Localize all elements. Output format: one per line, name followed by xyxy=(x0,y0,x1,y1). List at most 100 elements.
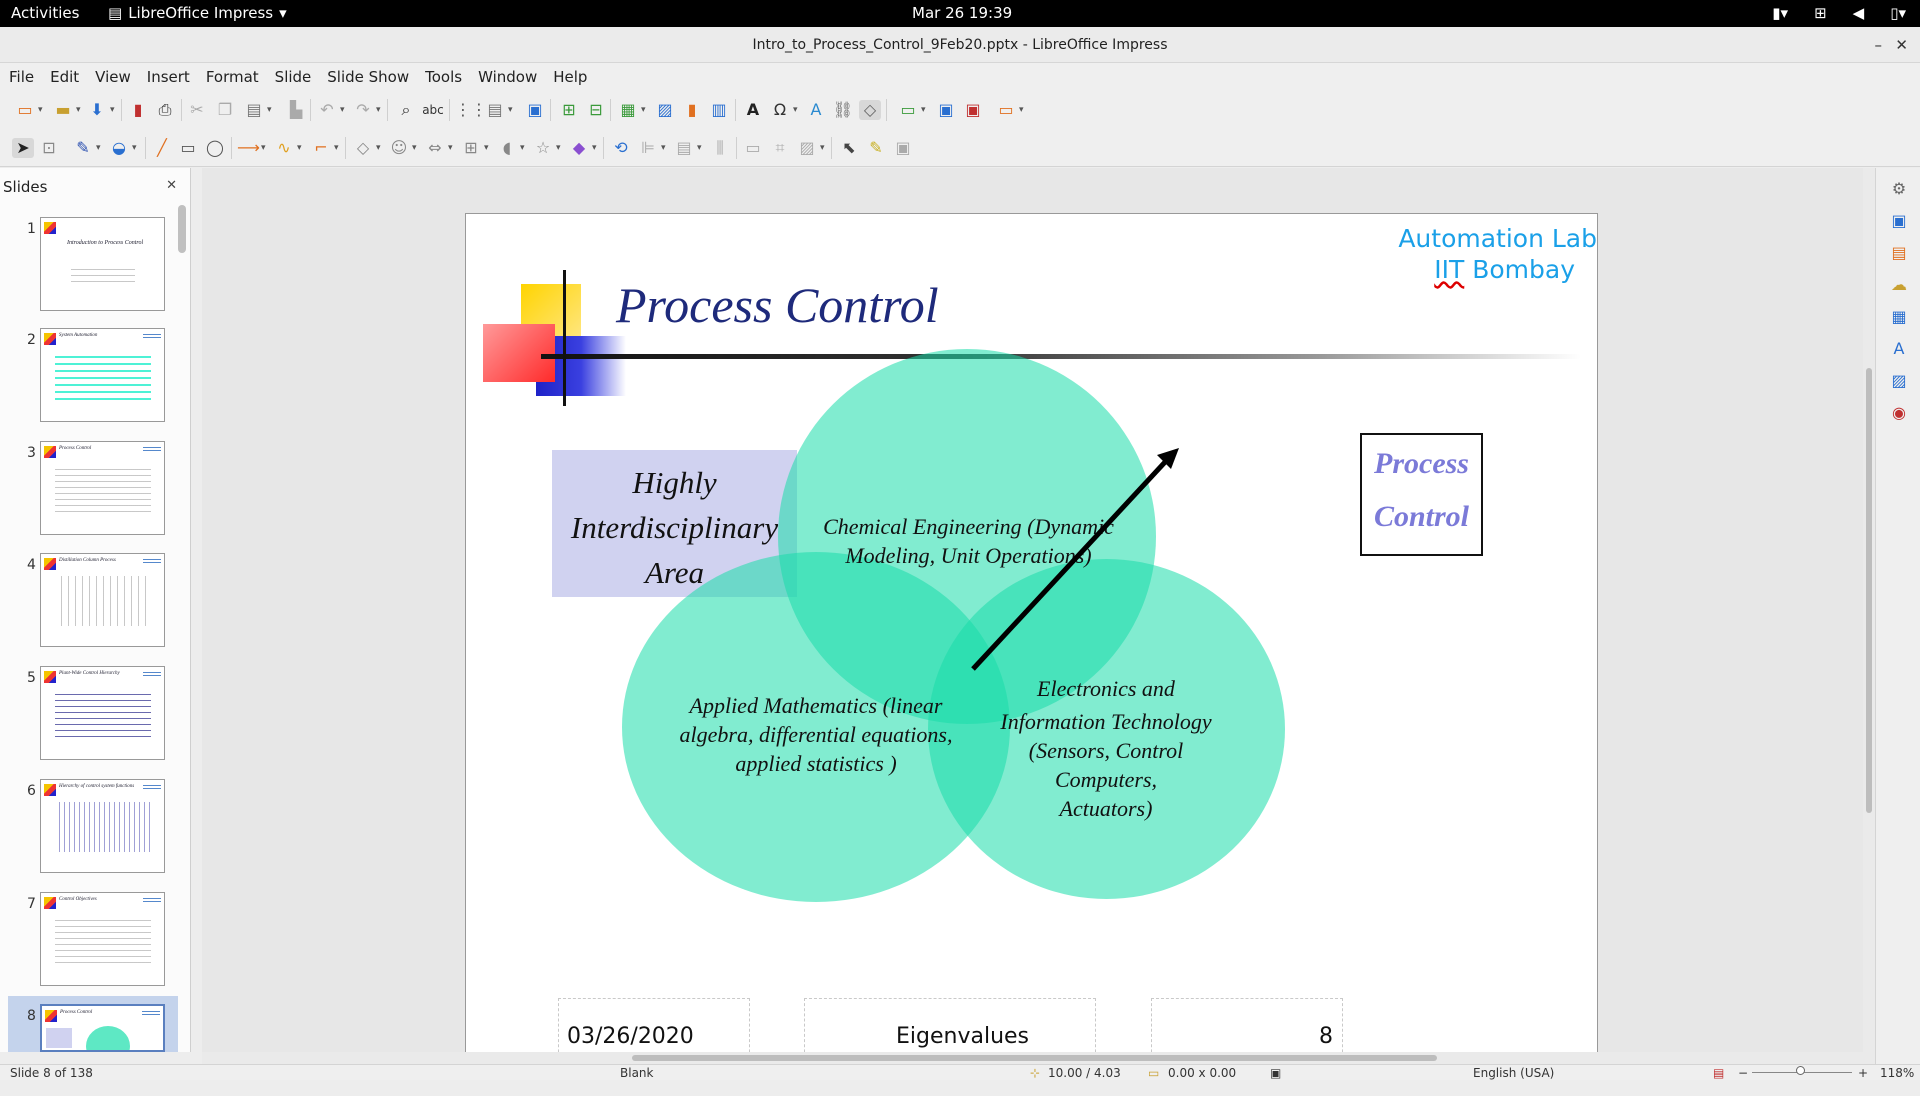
image-icon[interactable]: ▨ xyxy=(654,100,676,120)
new-icon[interactable]: ▭ xyxy=(14,100,42,120)
undo-icon[interactable]: ↶ xyxy=(316,100,344,120)
show-draw-functions-icon[interactable]: ◇ xyxy=(859,100,881,120)
slide-thumbnail-5[interactable]: 5 Plant-Wide Control Hierarchy xyxy=(0,658,178,760)
properties-gear-icon[interactable]: ⚙ xyxy=(1888,178,1910,200)
menu-slide-show[interactable]: Slide Show xyxy=(327,63,417,91)
filter-icon[interactable]: ▨ xyxy=(796,138,824,158)
line-icon[interactable]: ╱ xyxy=(151,138,173,158)
find-replace-icon[interactable]: ⌕ xyxy=(395,100,417,120)
slides-panel-scrollbar[interactable] xyxy=(178,205,186,253)
arrange-icon[interactable]: ▤ xyxy=(673,138,701,158)
clipboard-icon[interactable]: ▮▾ xyxy=(1772,4,1788,22)
lab-label[interactable]: Automation Lab IIT Bombay xyxy=(1337,223,1597,285)
master-slides-icon[interactable]: ☁ xyxy=(1888,274,1910,296)
menu-view[interactable]: View xyxy=(95,63,139,91)
print-icon[interactable]: ⎙ xyxy=(154,100,176,120)
slide-thumbnail-4[interactable]: 4 Distillation Column Process xyxy=(0,545,178,647)
animation-icon[interactable]: ▤ xyxy=(1888,242,1910,264)
display-views-icon[interactable]: ▤ xyxy=(484,100,512,120)
text-box-icon[interactable]: A xyxy=(742,100,764,120)
signature-icon[interactable]: ▤ xyxy=(1713,1066,1724,1080)
zoom-level[interactable]: 118% xyxy=(1880,1066,1914,1080)
battery-icon[interactable]: ▯▾ xyxy=(1890,4,1906,22)
slide-thumbnail-1[interactable]: 1 Introduction to Process Control xyxy=(0,209,178,311)
align-objects-icon[interactable]: ⊫ xyxy=(637,138,666,158)
menu-format[interactable]: Format xyxy=(206,63,267,91)
spelling-icon[interactable]: abc xyxy=(422,100,444,120)
3d-objects-icon[interactable]: ◆ xyxy=(568,138,597,158)
callouts-icon[interactable]: ◖ xyxy=(496,138,525,158)
table-icon[interactable]: ▦ xyxy=(617,100,645,120)
start-from-first-icon[interactable]: ▭ xyxy=(995,100,1023,120)
footer-number-placeholder[interactable] xyxy=(1151,998,1343,1052)
clock[interactable]: Mar 26 19:39 xyxy=(912,4,1012,22)
vertical-scrollbar[interactable] xyxy=(1863,168,1875,1064)
slide-transition-icon[interactable]: ▣ xyxy=(1888,210,1910,232)
slide-thumbnail-2[interactable]: 2 System Automation xyxy=(0,320,178,422)
network-icon[interactable]: ⊞ xyxy=(1814,4,1827,22)
open-icon[interactable]: ▬ xyxy=(52,100,80,120)
scrollbar-thumb[interactable] xyxy=(1866,368,1872,813)
horizontal-scrollbar[interactable] xyxy=(202,1052,1863,1064)
duplicate-slide-icon[interactable]: ⊟ xyxy=(585,100,607,120)
basic-shapes-icon[interactable]: ◇ xyxy=(352,138,381,158)
activities-button[interactable]: Activities xyxy=(11,4,79,22)
special-character-icon[interactable]: Ω xyxy=(769,100,798,120)
distribute-icon[interactable]: ⫼ xyxy=(709,138,731,158)
ellipse-icon[interactable]: ◯ xyxy=(204,138,226,158)
save-icon[interactable]: ⬇ xyxy=(86,100,114,120)
fontwork-icon[interactable]: A xyxy=(1888,338,1910,360)
glue-points-icon[interactable]: ✎ xyxy=(865,138,887,158)
slide-layout-icon[interactable]: ▭ xyxy=(897,100,925,120)
menu-help[interactable]: Help xyxy=(553,63,595,91)
clone-formatting-icon[interactable]: ▙ xyxy=(285,100,307,120)
menu-window[interactable]: Window xyxy=(478,63,545,91)
text-language[interactable]: English (USA) xyxy=(1473,1066,1554,1080)
lines-arrows-icon[interactable]: ⟶ xyxy=(237,138,266,158)
applied-mathematics-text[interactable]: Applied Mathematics (linear algebra, dif… xyxy=(676,691,956,778)
delete-slide-icon[interactable]: ▣ xyxy=(962,100,984,120)
electronics-text[interactable]: Electronics and Information Technology (… xyxy=(976,674,1236,823)
new-slide-icon[interactable]: ⊞ xyxy=(558,100,580,120)
hyperlink-icon[interactable]: ⛓ xyxy=(832,100,854,120)
zoom-slider-handle[interactable] xyxy=(1796,1066,1805,1075)
slide-thumbnail-6[interactable]: 6 Hierarchy of control system functions xyxy=(0,771,178,873)
menu-insert[interactable]: Insert xyxy=(147,63,198,91)
fontwork-icon[interactable]: A xyxy=(805,100,827,120)
flowchart-icon[interactable]: ⊞ xyxy=(460,138,488,158)
styles-icon[interactable]: ▦ xyxy=(1888,306,1910,328)
master-slide-icon[interactable]: ▣ xyxy=(524,100,546,120)
app-menu[interactable]: ▤ LibreOffice Impress ▾ xyxy=(108,4,287,22)
curves-icon[interactable]: ∿ xyxy=(273,138,301,158)
rectangle-icon[interactable]: ▭ xyxy=(177,138,199,158)
arrow-to-process-control[interactable] xyxy=(961,439,1191,679)
volume-icon[interactable]: ◀ xyxy=(1853,4,1865,22)
menu-edit[interactable]: Edit xyxy=(50,63,87,91)
menu-slide[interactable]: Slide xyxy=(275,63,320,91)
minimize-icon[interactable]: – xyxy=(1875,27,1883,63)
grid-icon[interactable]: ⋮⋮ xyxy=(455,100,487,120)
redo-icon[interactable]: ↷ xyxy=(352,100,380,120)
symbol-shapes-icon[interactable]: ☺ xyxy=(388,138,417,158)
export-pdf-icon[interactable]: ▮ xyxy=(127,100,149,120)
gallery-icon[interactable]: ▨ xyxy=(1888,370,1910,392)
slide-thumbnail-3[interactable]: 3 Process Control xyxy=(0,433,178,535)
chart-icon[interactable]: ▥ xyxy=(708,100,730,120)
points-icon[interactable]: ⬉ xyxy=(838,138,860,158)
system-tray[interactable]: ▮▾ ⊞ ◀ ▯▾ xyxy=(1772,4,1906,22)
slide-title[interactable]: Process Control xyxy=(616,276,939,334)
slide-transition-icon[interactable]: ▣ xyxy=(935,100,957,120)
close-icon[interactable]: ✕ xyxy=(1895,27,1908,63)
fill-color-icon[interactable]: ◒ xyxy=(108,138,137,158)
select-arrow-icon[interactable]: ➤ xyxy=(12,138,34,158)
copy-icon[interactable]: ❐ xyxy=(214,100,236,120)
toggle-extrusion-icon[interactable]: ▣ xyxy=(892,138,914,158)
scrollbar-thumb[interactable] xyxy=(632,1055,1437,1061)
close-icon[interactable]: ✕ xyxy=(166,178,177,193)
rotate-icon[interactable]: ⟲ xyxy=(610,138,632,158)
stars-icon[interactable]: ☆ xyxy=(532,138,561,158)
crop-icon[interactable]: ⌗ xyxy=(769,138,791,158)
zoom-out-icon[interactable]: − xyxy=(1738,1066,1748,1080)
media-icon[interactable]: ▮ xyxy=(681,100,703,120)
process-control-box[interactable]: Process Control xyxy=(1360,433,1483,556)
